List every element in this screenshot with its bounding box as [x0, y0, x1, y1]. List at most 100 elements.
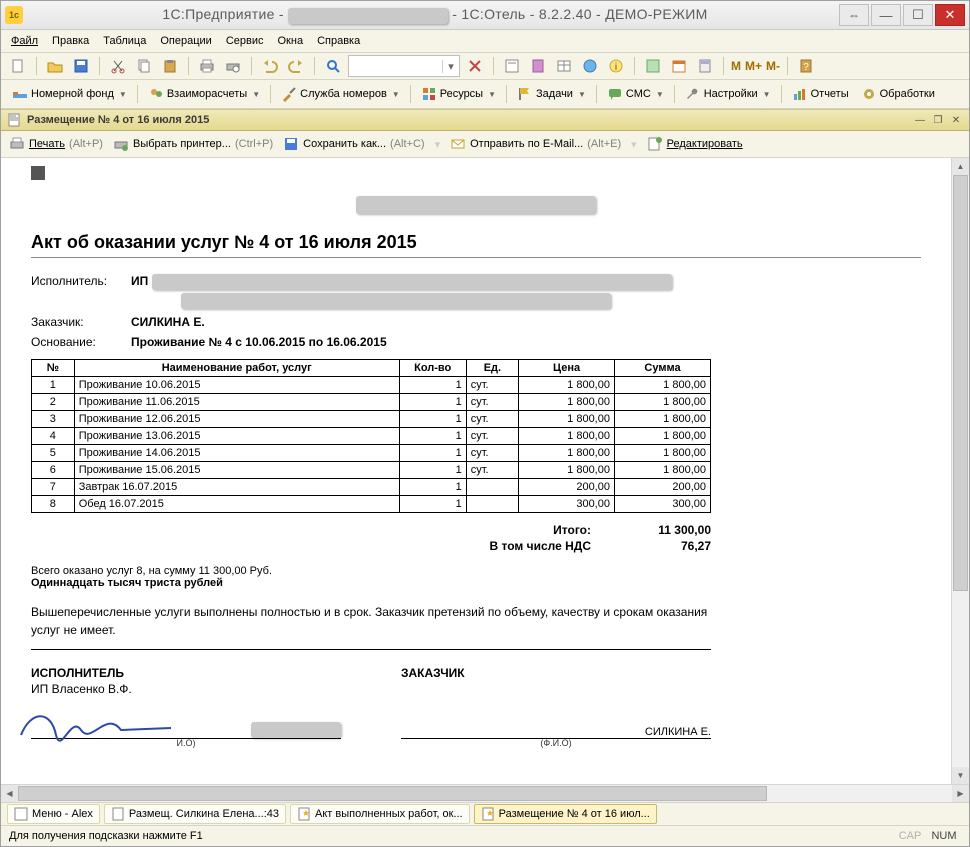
fullscreen-toggle-icon[interactable]: ⇔ — [839, 4, 869, 26]
rooms-dropdown[interactable]: Номерной фонд▼ — [7, 82, 132, 106]
memory-mminus[interactable]: M- — [766, 59, 780, 73]
processing-button[interactable]: Обработки — [856, 82, 940, 106]
form-icon[interactable] — [501, 55, 523, 77]
print-icon[interactable] — [196, 55, 218, 77]
exec-role: ИСПОЛНИТЕЛЬ — [31, 666, 341, 680]
doc-edit[interactable]: Редактировать — [647, 136, 743, 152]
sms-icon — [607, 86, 623, 102]
scroll-up-icon[interactable]: ▲ — [952, 158, 969, 175]
redo-icon[interactable] — [285, 55, 307, 77]
cust-name: СИЛКИНА Е. — [645, 726, 711, 738]
task-current[interactable]: Размещение № 4 от 16 июл... — [474, 804, 657, 824]
cell-name: Проживание 10.06.2015 — [74, 377, 399, 394]
scroll-left-icon[interactable]: ◀ — [1, 785, 18, 802]
cut-icon[interactable] — [107, 55, 129, 77]
cell-sum: 1 800,00 — [614, 411, 710, 428]
mdi-restore[interactable]: ❐ — [931, 113, 945, 127]
scroll-thumb[interactable] — [953, 175, 968, 591]
cell-name: Завтрак 16.07.2015 — [74, 479, 399, 496]
clear-icon[interactable] — [464, 55, 486, 77]
chevron-down-icon: ▼ — [252, 90, 260, 99]
resources-dropdown[interactable]: Ресурсы▼ — [416, 82, 501, 106]
close-button[interactable]: ✕ — [935, 4, 965, 26]
scrollbar-vertical[interactable]: ▲ ▼ — [951, 158, 969, 784]
document-icon — [7, 113, 21, 127]
doc-choose-printer[interactable]: Выбрать принтер... (Ctrl+P) — [113, 136, 273, 152]
menu-service[interactable]: Сервис — [226, 35, 264, 47]
cell-price: 1 800,00 — [519, 377, 615, 394]
info-icon[interactable]: i — [605, 55, 627, 77]
chevron-down-icon[interactable]: ▾ — [442, 60, 459, 73]
settings-dropdown[interactable]: Настройки▼ — [680, 82, 776, 106]
menu-operations[interactable]: Операции — [160, 35, 211, 47]
copy-icon[interactable] — [133, 55, 155, 77]
printer-select-icon — [113, 136, 129, 152]
cell-sum: 1 800,00 — [614, 428, 710, 445]
col-qty: Кол-во — [399, 360, 466, 377]
scroll-right-icon[interactable]: ▶ — [952, 785, 969, 802]
mdi-close[interactable]: ✕ — [949, 113, 963, 127]
journal-icon[interactable] — [642, 55, 664, 77]
page-marker — [31, 166, 45, 180]
separator — [781, 85, 782, 103]
flag-icon — [517, 86, 533, 102]
menu-windows[interactable]: Окна — [278, 35, 304, 47]
signature-graphic — [11, 700, 181, 750]
navigator-icon[interactable] — [579, 55, 601, 77]
mdi-minimize[interactable]: — — [913, 113, 927, 127]
scroll-thumb[interactable] — [18, 786, 767, 801]
book-icon[interactable] — [527, 55, 549, 77]
doc-send-email[interactable]: Отправить по E-Mail... (Alt+E) — [450, 136, 621, 152]
sms-dropdown[interactable]: СМС▼ — [602, 82, 669, 106]
minimize-button[interactable]: — — [871, 4, 901, 26]
doc-save-as[interactable]: Сохранить как... (Alt+C) — [283, 136, 424, 152]
cell-sum: 1 800,00 — [614, 377, 710, 394]
basis-row: Основание: Проживание № 4 с 10.06.2015 п… — [31, 335, 921, 349]
scrollbar-horizontal[interactable]: ◀ ▶ — [1, 784, 969, 802]
cell-sum: 300,00 — [614, 496, 710, 513]
search-combo[interactable]: ▾ — [348, 55, 460, 77]
document-viewport[interactable]: Акт об оказании услуг № 4 от 16 июля 201… — [1, 158, 951, 784]
title-prefix: 1С:Предприятие - — [162, 6, 288, 22]
title-redacted — [288, 8, 448, 24]
cell-sum: 200,00 — [614, 479, 710, 496]
customer-value: СИЛКИНА Е. — [131, 315, 205, 329]
search-icon[interactable] — [322, 55, 344, 77]
svg-text:?: ? — [803, 62, 809, 73]
status-hint: Для получения подсказки нажмите F1 — [9, 830, 203, 842]
mail-icon — [450, 136, 466, 152]
task-placement[interactable]: Размещ. Силкина Елена...:43 — [104, 804, 286, 824]
calendar-icon[interactable] — [668, 55, 690, 77]
memory-mplus[interactable]: M+ — [745, 59, 762, 73]
chevron-down-icon: ▼ — [763, 90, 771, 99]
print-preview-icon[interactable] — [222, 55, 244, 77]
task-menu[interactable]: Меню - Alex — [7, 804, 100, 824]
reports-button[interactable]: Отчеты — [787, 82, 854, 106]
cust-role: ЗАКАЗЧИК — [401, 666, 711, 680]
save-icon[interactable] — [70, 55, 92, 77]
menu-table[interactable]: Таблица — [103, 35, 146, 47]
note: Вышеперечисленные услуги выполнены полно… — [31, 603, 711, 650]
cell-unit: сут. — [466, 428, 518, 445]
scroll-down-icon[interactable]: ▼ — [952, 767, 969, 784]
tasks-dropdown[interactable]: Задачи▼ — [512, 82, 591, 106]
task-act[interactable]: Акт выполненных работ, ок... — [290, 804, 470, 824]
mutual-dropdown[interactable]: Взаиморасчеты▼ — [143, 82, 265, 106]
paste-icon[interactable] — [159, 55, 181, 77]
doc-print[interactable]: Печать (Alt+P) — [9, 136, 103, 152]
help-icon[interactable]: ? — [795, 55, 817, 77]
undo-icon[interactable] — [259, 55, 281, 77]
services-table: № Наименование работ, услуг Кол-во Ед. Ц… — [31, 359, 711, 513]
table-icon[interactable] — [553, 55, 575, 77]
memory-m[interactable]: M — [731, 59, 741, 73]
menu-help[interactable]: Справка — [317, 35, 360, 47]
menu-file[interactable]: Файл — [11, 35, 38, 47]
open-icon[interactable] — [44, 55, 66, 77]
calculator-icon[interactable] — [694, 55, 716, 77]
cell-name: Проживание 14.06.2015 — [74, 445, 399, 462]
separator — [506, 85, 507, 103]
menu-edit[interactable]: Правка — [52, 35, 89, 47]
new-icon[interactable] — [7, 55, 29, 77]
roomservice-dropdown[interactable]: Служба номеров▼ — [276, 82, 405, 106]
maximize-button[interactable]: ☐ — [903, 4, 933, 26]
